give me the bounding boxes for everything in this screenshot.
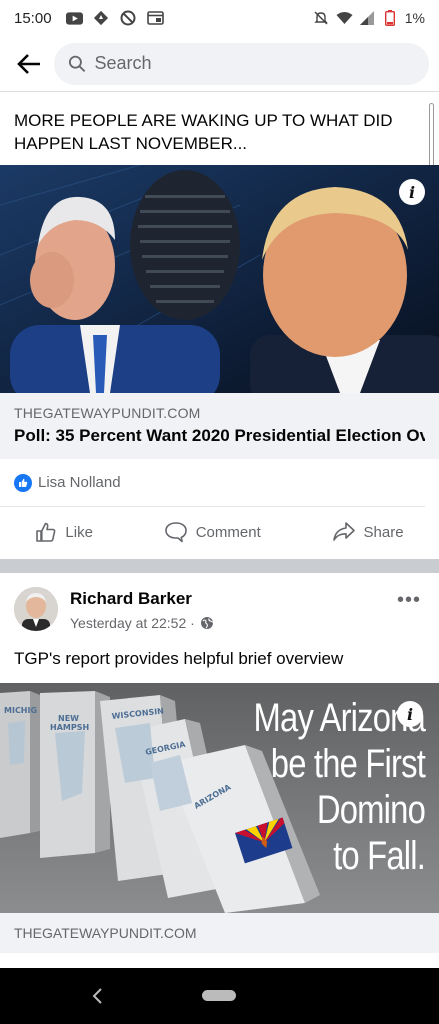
like-button[interactable]: Like	[35, 521, 93, 543]
wifi-icon	[336, 11, 353, 25]
search-bar[interactable]	[54, 42, 429, 85]
post-time-text: Yesterday at 22:52 ·	[70, 615, 195, 631]
reaction-by-name: Lisa Nolland	[38, 474, 121, 491]
post-actions: Like Comment Share	[0, 507, 439, 557]
domino-caption-line-3: Domino	[316, 788, 426, 832]
link-preview-image[interactable]: i	[0, 165, 439, 393]
blocked-icon	[120, 10, 137, 26]
status-time: 15:00	[14, 9, 52, 27]
domino-label-new-hampshire: NEW	[58, 714, 79, 723]
post-shared-link: MORE PEOPLE ARE WAKING UP TO WHAT DID HA…	[0, 93, 439, 557]
globe-icon	[200, 617, 213, 629]
share-label: Share	[363, 523, 404, 541]
thumbs-up-icon	[36, 522, 56, 542]
link-domain[interactable]: THEGATEWAYPUNDIT.COM	[0, 913, 439, 953]
link-domain: THEGATEWAYPUNDIT.COM	[14, 405, 201, 421]
search-icon	[68, 55, 86, 72]
diamond-nav-icon	[93, 10, 110, 26]
arrow-left-icon	[17, 53, 40, 74]
post-richard-barker: Richard Barker Yesterday at 22:52 · ••• …	[0, 573, 439, 953]
battery-percent: 1%	[404, 10, 425, 26]
avatar[interactable]	[14, 587, 58, 631]
mute-icon	[313, 11, 330, 25]
post-text: TGP's report provides helpful brief over…	[14, 649, 344, 668]
link-image-illustration	[0, 165, 439, 393]
domino-caption-line-2: be the First	[270, 742, 426, 786]
like-label: Like	[65, 523, 93, 541]
domino-label-michigan: MICHIG	[4, 706, 37, 715]
more-options-button[interactable]: •••	[397, 589, 421, 612]
domino-label-new-hampshire-2: HAMPSH	[50, 723, 89, 732]
nav-home-pill[interactable]	[202, 990, 236, 1001]
back-button[interactable]	[14, 49, 44, 79]
share-button[interactable]: Share	[332, 521, 404, 543]
youtube-icon	[65, 11, 83, 25]
status-bar: 15:00 1%	[0, 0, 439, 36]
battery-icon	[382, 10, 399, 26]
like-reaction-icon	[14, 473, 32, 492]
signal-icon	[359, 11, 376, 25]
reactions-summary[interactable]: Lisa Nolland	[0, 459, 425, 507]
feed: MORE PEOPLE ARE WAKING UP TO WHAT DID HA…	[0, 93, 439, 953]
post-header: Richard Barker Yesterday at 22:52 · •••	[0, 573, 439, 631]
nav-back-button[interactable]	[88, 985, 108, 1007]
info-icon[interactable]: i	[397, 701, 423, 727]
chevron-left-icon	[92, 988, 102, 1004]
domino-caption-line-4: to Fall.	[333, 834, 426, 878]
post-divider	[0, 559, 439, 573]
post-text: MORE PEOPLE ARE WAKING UP TO WHAT DID HA…	[14, 111, 393, 153]
author-name[interactable]: Richard Barker	[70, 589, 214, 609]
info-icon[interactable]: i	[399, 179, 425, 205]
domino-caption: May Arizona be the First Domino to Fall.	[253, 695, 426, 879]
browser-icon	[146, 11, 164, 25]
link-preview-image[interactable]: MICHIG NEW HAMPSH WISCONSIN GEORGIA ARIZ…	[0, 683, 439, 913]
comment-icon	[164, 522, 187, 543]
link-preview-meta[interactable]: THEGATEWAYPUNDIT.COM Poll: 35 Percent Wa…	[0, 393, 439, 459]
link-title: Poll: 35 Percent Want 2020 Presidential …	[14, 426, 425, 445]
comment-button[interactable]: Comment	[164, 521, 261, 543]
post-timestamp: Yesterday at 22:52 ·	[70, 615, 214, 631]
comment-label: Comment	[195, 523, 261, 541]
search-input[interactable]	[94, 53, 415, 74]
share-icon	[332, 522, 355, 541]
search-header	[0, 36, 439, 92]
system-nav-bar	[0, 968, 439, 1024]
